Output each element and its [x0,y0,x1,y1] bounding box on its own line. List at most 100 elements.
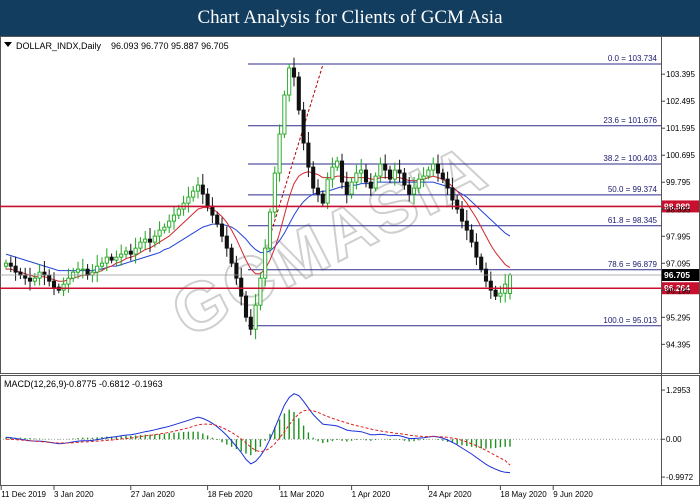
candle-body [383,163,388,171]
candle-body [402,172,407,186]
candle-body [224,235,229,249]
candle-body [440,172,445,180]
time-tick-label: 11 Dec 2019 [1,490,46,499]
candle-body [426,169,431,177]
candle-body [234,262,239,279]
candle-body [330,166,335,180]
candle-body [47,274,52,282]
macd-title: MACD(12,26,9) [4,379,67,389]
current-price-label: 96.705 [664,270,690,280]
candle-body [459,208,465,222]
candle-body [416,178,421,189]
time-tick-label: 11 Mar 2020 [280,490,325,499]
candle-body [315,187,321,195]
fibonacci-label: 78.6 = 96.879 [608,260,658,269]
candle-body [474,241,479,258]
price-tick-label: 98.895 [666,205,691,214]
fibonacci-label: 38.2 = 100.403 [603,154,657,163]
candle-body [143,238,148,243]
candle-body [291,67,297,78]
price-tick-label: 96.195 [666,286,691,295]
candle-body [498,292,503,297]
candle-body [296,76,301,111]
candle-body [66,277,71,285]
chart-canvas[interactable]: GCMASIA 0.0 = 103.73423.6 = 101.67638.2 … [0,36,700,500]
candle-body [450,187,455,201]
candle-body [133,247,138,255]
candle-body [479,256,484,270]
candle-body [75,268,81,273]
candle-body [282,94,287,135]
candle-body [229,247,234,264]
candle-body [186,196,191,204]
candle-body [493,289,498,297]
candle-body [99,262,105,267]
candle-body [325,178,330,204]
candle-body [191,190,196,198]
candle-body [219,223,225,237]
chart-symbol-title: DOLLAR_INDX,Daily [16,41,102,51]
candle-body [167,220,172,228]
candle-body [455,199,460,210]
candle-body [8,262,13,267]
fibonacci-label: 23.6 = 101.676 [603,116,657,125]
candle-body [210,205,215,216]
fibonacci-label: 100.0 = 95.013 [603,316,657,325]
candle-body [109,256,114,261]
candle-body [128,250,133,255]
candle-body [95,265,100,273]
chart-window: Chart Analysis for Clients of GCM Asia G… [0,0,700,500]
candle-body [277,133,282,174]
candle-body [368,181,373,189]
candle-body [239,277,244,297]
candle-body [171,214,177,222]
macd-tick-label: 1.2953 [666,386,691,395]
price-tick-label: 101.595 [666,124,695,133]
candle-body [104,256,109,264]
candle-body [23,274,28,279]
candle-body [200,184,205,195]
candle-body [445,178,450,189]
time-axis: 11 Dec 2019 3 Jan 2020 27 Jan 2020 18 Feb 2… [0,486,593,499]
candle-body [80,268,85,271]
fibonacci-label: 50.0 = 99.374 [608,185,658,194]
candle-body [61,283,66,291]
price-tick-label: 95.295 [666,313,691,322]
fibonacci-label: 0.0 = 103.734 [608,54,658,63]
candle-body [339,160,345,183]
candle-body [215,214,220,225]
candle-body [152,235,157,243]
candle-body [363,169,369,183]
candle-body [114,256,119,261]
candle-body [411,187,417,195]
time-tick-label: 3 Jan 2020 [54,490,94,499]
candle-body [464,220,469,231]
candle-body [407,184,412,195]
candle-body [320,193,325,204]
candle-body [359,169,364,174]
candle-body [349,181,354,195]
candle-body [258,277,263,306]
candle-body [397,169,402,174]
candle-body [287,67,292,96]
candle-body [248,316,253,330]
candle-body [267,211,273,249]
candle-body [205,193,210,207]
candle-body [3,262,9,267]
candle-body [335,160,340,168]
candle-body [13,265,18,273]
candle-body [392,169,397,180]
candle-body [195,184,201,192]
candle-body [119,253,124,258]
candle-body [253,304,258,330]
time-tick-label: 27 Jan 2020 [131,490,176,499]
macd-tick-label: -0.9972 [666,473,694,482]
time-tick-label: 9 Jun 2020 [553,490,593,499]
candle-body [306,142,311,168]
price-tick-label: 94.395 [666,340,691,349]
candle-body [27,277,33,282]
candle-body [157,229,162,237]
candle-body [243,295,249,318]
price-tick-label: 97.995 [666,232,691,241]
candle-body [469,229,474,243]
